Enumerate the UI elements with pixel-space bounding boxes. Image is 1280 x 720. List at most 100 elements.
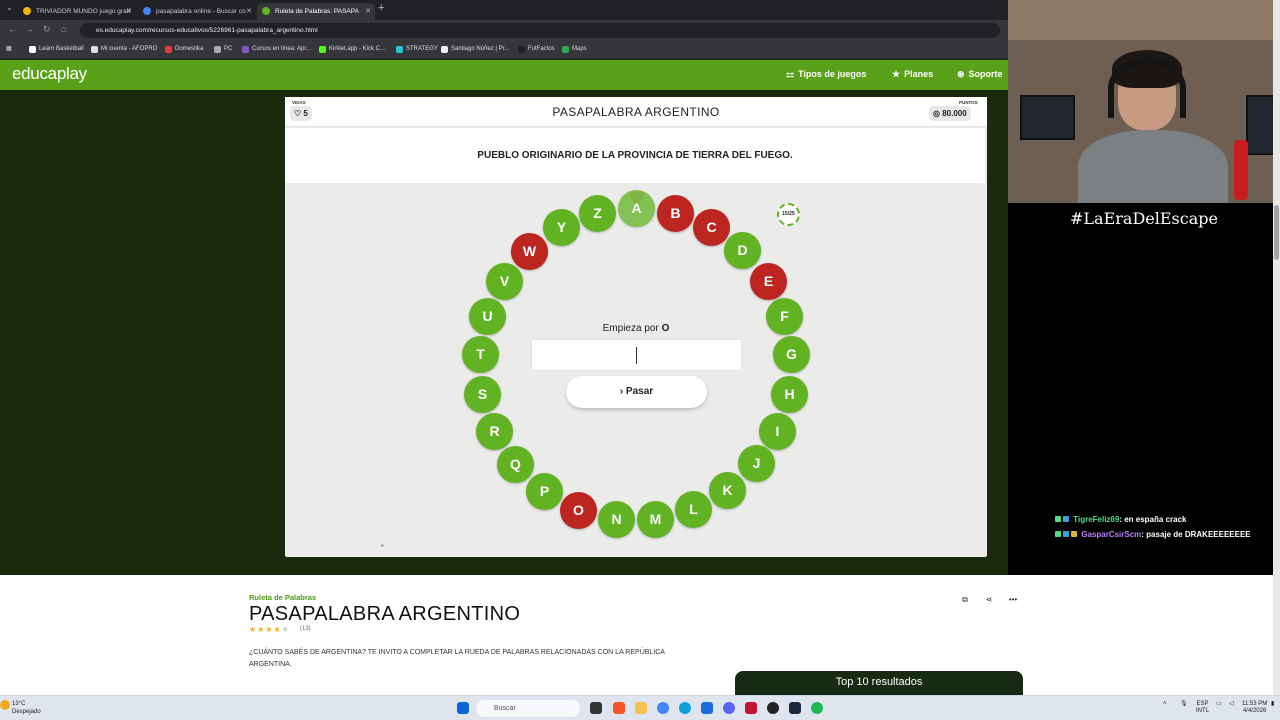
mouse-cursor-icon: ⌖ xyxy=(380,541,385,550)
close-icon[interactable]: ✕ xyxy=(126,3,132,20)
tray-chevron-icon[interactable]: ˄ xyxy=(1163,701,1167,708)
language-indicator[interactable]: ESP INTL xyxy=(1196,701,1209,715)
answer-input[interactable] xyxy=(531,339,742,371)
educaplay-logo[interactable]: educaplay xyxy=(12,64,87,84)
browser-tab-bar: ⌄ TRIVIADOR MUNDO juego grati ✕ pasapala… xyxy=(0,0,1008,20)
obs-icon[interactable] xyxy=(767,702,779,714)
tab-triviador[interactable]: TRIVIADOR MUNDO juego grati ✕ xyxy=(18,3,136,20)
microphone-icon xyxy=(1234,140,1248,200)
windows-start-icon[interactable] xyxy=(457,702,469,714)
more-icon[interactable]: ••• xyxy=(1006,593,1020,607)
letter-q: Q xyxy=(497,446,534,483)
nav-planes[interactable]: ★ Planes xyxy=(892,69,933,80)
stream-hashtag: #LaEraDelEscape xyxy=(1008,203,1280,235)
app-icon[interactable] xyxy=(745,702,757,714)
points-label: PUNTOS xyxy=(959,100,978,105)
tab-ruleta[interactable]: Ruleta de Palabras: PASAPA ✕ xyxy=(257,3,375,20)
spotify-icon[interactable] xyxy=(811,702,823,714)
badge-icon xyxy=(1055,531,1061,537)
reload-icon[interactable]: ↻ xyxy=(43,24,51,35)
star-icon: ★ xyxy=(892,69,901,79)
letter-f: F xyxy=(766,298,803,335)
apps-icon[interactable]: ▦ xyxy=(6,40,12,59)
scrollbar-thumb[interactable] xyxy=(1274,205,1279,260)
rating-stars: ★★★★★ xyxy=(249,625,290,634)
network-icon[interactable]: ▭ xyxy=(1216,701,1222,708)
text-caret xyxy=(636,347,637,364)
nav-soporte[interactable]: ⊛ Soporte xyxy=(957,69,1003,80)
educaplay-icon xyxy=(262,7,270,15)
badge-icon xyxy=(1063,516,1069,522)
windows-taskbar: 13°C Despejado Buscar ˄ 🎙 ESP INTL ▭ ◁ 1… xyxy=(0,695,1280,720)
chat-panel xyxy=(1008,235,1273,575)
letter-d: D xyxy=(724,232,761,269)
store-icon[interactable] xyxy=(701,702,713,714)
question-text: PUEBLO ORIGINARIO DE LA PROVINCIA DE TIE… xyxy=(285,128,985,183)
volume-icon[interactable]: ◁ xyxy=(1229,701,1234,708)
copy-icon[interactable]: ⧉ xyxy=(958,593,972,607)
home-icon[interactable]: ⌂ xyxy=(61,24,66,34)
steam-icon[interactable] xyxy=(789,702,801,714)
brave-icon[interactable] xyxy=(613,702,625,714)
starts-with-prompt: Empieza por O xyxy=(602,323,670,334)
share-icon[interactable]: ⋖ xyxy=(982,593,996,607)
letter-h: H xyxy=(771,376,808,413)
category-link[interactable]: Ruleta de Palabras xyxy=(249,593,316,602)
bookmark-pc-folder[interactable]: PC xyxy=(214,40,232,59)
weather-widget[interactable]: 13°C Despejado xyxy=(12,700,41,716)
streamer-shirt xyxy=(1078,130,1228,203)
coin-icon: ◎ xyxy=(933,109,943,118)
task-view-icon[interactable] xyxy=(590,702,602,714)
edge-icon[interactable] xyxy=(679,702,691,714)
url-field[interactable]: es.educaplay.com/recursos-educativos/522… xyxy=(80,23,1000,38)
tab-google-search[interactable]: pasapalabra online - Buscar co ✕ xyxy=(138,3,256,20)
pasar-button[interactable]: › Pasar xyxy=(566,376,707,408)
activity-description: ¿CUÁNTO SABÉS DE ARGENTINA? TE INVITO A … xyxy=(249,649,665,668)
chrome-icon[interactable] xyxy=(657,702,669,714)
forward-icon[interactable]: → xyxy=(25,24,34,34)
bookmark-strategy[interactable]: STRATEGY xyxy=(396,40,438,59)
taskbar-search[interactable]: Buscar xyxy=(476,700,580,717)
bookmark-domestika[interactable]: Domestika xyxy=(165,40,203,59)
bookmark-maps[interactable]: Maps xyxy=(562,40,587,59)
letter-e: E xyxy=(750,263,787,300)
letter-m: M xyxy=(637,501,674,538)
bookmark-santiago[interactable]: Santiago Núñez | Pr... xyxy=(441,40,509,59)
headset-icon xyxy=(1108,58,1186,118)
bookmark-afopro[interactable]: Mi cuenta - AFOPRO xyxy=(91,40,157,59)
clock[interactable]: 11:53 PM 4/4/2026 xyxy=(1242,701,1267,715)
back-icon[interactable]: ← xyxy=(8,24,17,34)
game-title: PASAPALABRA ARGENTINO xyxy=(552,105,720,119)
game-top-bar: VIDAS ♡ 5 PASAPALABRA ARGENTINO PUNTOS ◎… xyxy=(285,97,987,127)
letter-l: L xyxy=(675,491,712,528)
file-explorer-icon[interactable] xyxy=(635,702,647,714)
bookmarks-bar: ▦ Learn Basketball Mi cuenta - AFOPRO Do… xyxy=(0,40,1008,59)
mic-tray-icon[interactable]: 🎙 xyxy=(1180,701,1188,708)
top10-header[interactable]: Top 10 resultados xyxy=(735,671,1023,697)
educaplay-header: educaplay ⚏ Tipos de juegos ★ Planes ⊛ Sopo… xyxy=(0,60,1008,90)
screen: ⌄ TRIVIADOR MUNDO juego grati ✕ pasapala… xyxy=(0,0,1280,720)
letter-p: P xyxy=(526,473,563,510)
bookmark-kirklet[interactable]: Kirklet.app - Kick C... xyxy=(319,40,385,59)
letter-v: V xyxy=(486,263,523,300)
bookmark-learn-basketball[interactable]: Learn Basketball xyxy=(29,40,84,59)
new-tab-icon[interactable]: + xyxy=(378,2,384,14)
close-icon[interactable]: ✕ xyxy=(365,3,371,20)
activity-details: Ruleta de Palabras PASAPALABRA ARGENTINO… xyxy=(0,575,1273,697)
letter-a: A xyxy=(618,190,655,227)
discord-icon[interactable] xyxy=(723,702,735,714)
bookmark-futfactos[interactable]: FutFactos xyxy=(518,40,555,59)
bookmark-cursos[interactable]: Cursos en línea: Apr... xyxy=(242,40,311,59)
letter-i: I xyxy=(759,413,796,450)
close-icon[interactable]: ✕ xyxy=(246,3,252,20)
notifications-icon[interactable]: ▮ xyxy=(1271,701,1274,708)
letter-w: W xyxy=(511,233,548,270)
progress-counter: 15/25 xyxy=(777,203,800,226)
starts-with-letter: O xyxy=(661,323,670,334)
address-bar-row: ← → ↻ ⌂ es.educaplay.com/recursos-educat… xyxy=(0,20,1008,40)
tab-search-chevron-icon[interactable]: ⌄ xyxy=(6,3,13,12)
page-scrollbar[interactable] xyxy=(1273,0,1280,695)
help-icon: ⊛ xyxy=(957,69,965,79)
nav-tipos-de-juegos[interactable]: ⚏ Tipos de juegos xyxy=(786,69,866,80)
letter-o: O xyxy=(560,492,597,529)
